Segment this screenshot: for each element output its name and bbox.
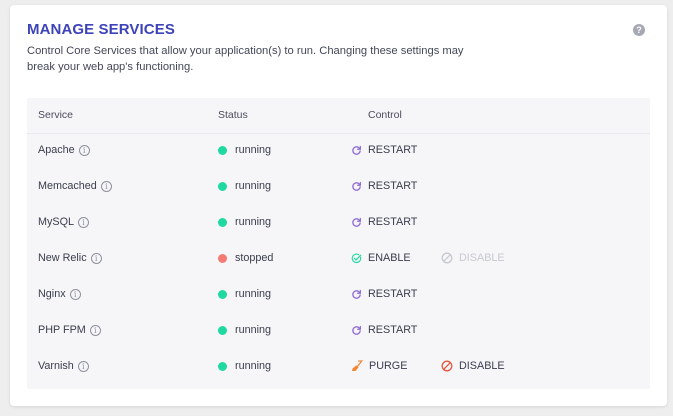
- status-label: running: [235, 324, 272, 336]
- service-name-label: Varnish: [38, 360, 74, 372]
- restart-button[interactable]: RESTART: [351, 288, 417, 300]
- status-badge: running: [218, 324, 271, 336]
- status-badge: running: [218, 180, 271, 192]
- restart-icon: [351, 181, 368, 192]
- disable-button-label: DISABLE: [459, 360, 505, 372]
- status-label: running: [235, 144, 272, 156]
- info-icon[interactable]: i: [78, 144, 90, 156]
- service-name-new-relic: New Relic i: [38, 252, 102, 264]
- status-badge: running: [218, 360, 271, 372]
- restart-icon: [351, 217, 368, 228]
- table-row: Memcached i running RESTART: [27, 170, 650, 206]
- restart-button[interactable]: RESTART: [351, 216, 417, 228]
- service-name-nginx: Nginx i: [38, 288, 81, 300]
- help-icon[interactable]: ?: [633, 24, 645, 36]
- status-dot-icon: [218, 145, 227, 155]
- status-dot-icon: [218, 253, 227, 263]
- info-icon[interactable]: i: [89, 324, 101, 336]
- table-row: Apache i running RESTART: [27, 134, 650, 170]
- status-label: running: [235, 216, 272, 228]
- service-name-label: MySQL: [38, 216, 74, 228]
- column-header-control: Control: [368, 109, 402, 121]
- enable-button[interactable]: ENABLE: [351, 252, 411, 264]
- status-badge: running: [218, 144, 271, 156]
- page-description: Control Core Services that allow your ap…: [27, 45, 464, 73]
- restart-button-label: RESTART: [368, 180, 418, 192]
- table-row: New Relic i stopped ENABLE DISABLE: [27, 242, 650, 278]
- status-dot-icon: [218, 181, 227, 191]
- disable-button[interactable]: DISABLE: [441, 360, 505, 372]
- ban-icon: [441, 252, 459, 264]
- table-row: MySQL i running RESTART: [27, 206, 650, 242]
- broom-icon: [351, 360, 369, 372]
- column-header-service: Service: [38, 109, 74, 121]
- restart-button-label: RESTART: [368, 216, 418, 228]
- status-dot-icon: [218, 289, 227, 299]
- purge-button-label: PURGE: [369, 360, 408, 372]
- service-name-memcached: Memcached i: [38, 180, 112, 192]
- service-name-label: Nginx: [38, 288, 66, 300]
- disable-button[interactable]: DISABLE: [441, 252, 505, 264]
- restart-button-label: RESTART: [368, 324, 418, 336]
- ban-icon: [441, 360, 459, 372]
- status-dot-icon: [218, 325, 227, 335]
- service-name-label: PHP FPM: [38, 324, 86, 336]
- status-label: running: [235, 360, 272, 372]
- restart-icon: [351, 289, 368, 300]
- status-badge: running: [218, 288, 271, 300]
- service-name-php-fpm: PHP FPM i: [38, 324, 101, 336]
- service-name-apache: Apache i: [38, 144, 90, 156]
- restart-icon: [351, 325, 368, 336]
- service-name-mysql: MySQL i: [38, 216, 89, 228]
- table-row: Varnish i running PURGE DISABLE: [27, 350, 650, 386]
- service-name-label: Memcached: [38, 180, 97, 192]
- restart-button-label: RESTART: [368, 288, 418, 300]
- status-dot-icon: [218, 361, 227, 371]
- table-row: PHP FPM i running RESTART: [27, 314, 650, 350]
- table-header: Service Status Control: [27, 98, 650, 134]
- restart-button[interactable]: RESTART: [351, 324, 417, 336]
- purge-button[interactable]: PURGE: [351, 360, 407, 372]
- status-label: running: [235, 288, 272, 300]
- restart-icon: [351, 145, 368, 156]
- status-label: running: [235, 180, 272, 192]
- info-icon[interactable]: i: [100, 180, 112, 192]
- services-table: Service Status Control Apache i running RES…: [27, 98, 650, 389]
- restart-button[interactable]: RESTART: [351, 144, 417, 156]
- status-badge: stopped: [218, 252, 273, 264]
- table-row: Nginx i running RESTART: [27, 278, 650, 314]
- info-icon[interactable]: i: [77, 360, 89, 372]
- manage-services-panel: MANAGE SERVICES ? Control Core Services …: [10, 5, 667, 406]
- page-title: MANAGE SERVICES: [27, 21, 175, 38]
- service-name-label: Apache: [38, 144, 75, 156]
- status-label: stopped: [235, 252, 274, 264]
- service-name-label: New Relic: [38, 252, 87, 264]
- disable-button-label: DISABLE: [459, 252, 505, 264]
- check-circle-icon: [351, 253, 368, 264]
- restart-button[interactable]: RESTART: [351, 180, 417, 192]
- column-header-status: Status: [218, 109, 248, 121]
- service-name-varnish: Varnish i: [38, 360, 89, 372]
- status-badge: running: [218, 216, 271, 228]
- info-icon[interactable]: i: [90, 252, 102, 264]
- enable-button-label: ENABLE: [368, 252, 411, 264]
- status-dot-icon: [218, 217, 227, 227]
- restart-button-label: RESTART: [368, 144, 418, 156]
- info-icon[interactable]: i: [69, 288, 81, 300]
- info-icon[interactable]: i: [78, 216, 89, 228]
